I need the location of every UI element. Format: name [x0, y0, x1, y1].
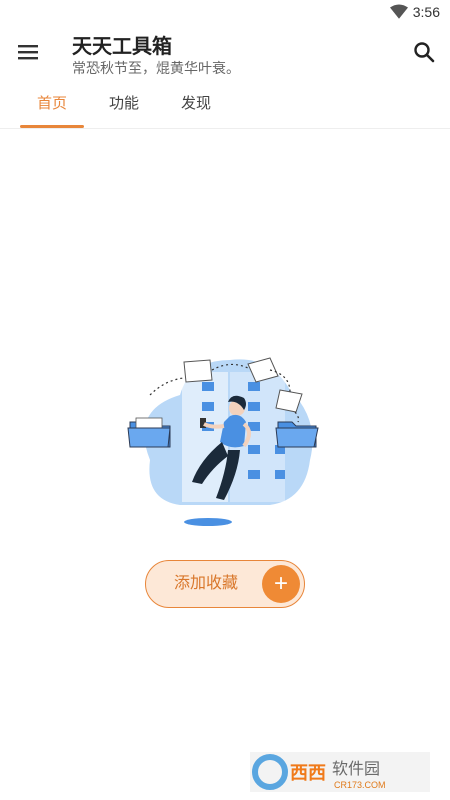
svg-text:西西: 西西 [290, 763, 326, 783]
status-time: 3:56 [412, 4, 440, 20]
empty-state-illustration [127, 357, 319, 526]
add-favorite-button[interactable]: 添加收藏 + [145, 560, 305, 608]
app-bar: 天天工具箱 常恐秋节至，焜黄华叶衰。 [0, 24, 450, 84]
add-favorite-label: 添加收藏 [174, 575, 239, 592]
plus-icon: + [262, 565, 300, 603]
wifi-icon [390, 4, 408, 19]
search-button[interactable] [408, 36, 440, 68]
search-icon [414, 42, 435, 63]
app-subtitle: 常恐秋节至，焜黄华叶衰。 [72, 60, 240, 76]
tab-bar: 首页 功能 发现 [0, 84, 450, 129]
status-bar: 3:56 [0, 0, 450, 24]
tab-discover[interactable]: 发现 [164, 84, 228, 128]
app-title: 天天工具箱 [72, 36, 172, 58]
menu-icon [18, 45, 38, 60]
tab-home[interactable]: 首页 [20, 84, 84, 128]
svg-text:软件园: 软件园 [332, 760, 380, 778]
menu-button[interactable] [12, 36, 44, 68]
svg-text:CR173.COM: CR173.COM [334, 780, 386, 790]
watermark-logo: 西西 软件园 CR173.COM [250, 752, 430, 792]
tab-functions[interactable]: 功能 [92, 84, 156, 128]
